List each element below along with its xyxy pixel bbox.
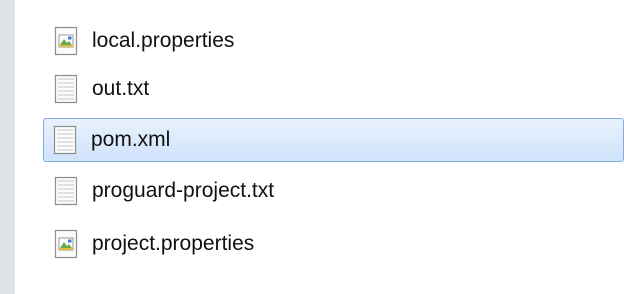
file-name: project.properties <box>92 232 255 255</box>
file-name: out.txt <box>92 77 150 100</box>
properties-file-icon <box>54 26 78 56</box>
file-item-local-properties[interactable]: local.properties <box>45 22 624 60</box>
file-item-pom-xml[interactable]: pom.xml <box>43 118 624 162</box>
file-list-pane: local.properties out.txt pom.xml proguar… <box>15 0 624 294</box>
file-name: pom.xml <box>91 128 171 151</box>
file-item-proguard-project-txt[interactable]: proguard-project.txt <box>45 172 624 210</box>
text-file-icon <box>54 176 78 206</box>
text-file-icon <box>53 125 77 155</box>
file-item-out-txt[interactable]: out.txt <box>45 70 624 108</box>
file-name: proguard-project.txt <box>92 179 275 202</box>
text-file-icon <box>54 74 78 104</box>
file-item-project-properties[interactable]: project.properties <box>45 225 624 263</box>
file-name: local.properties <box>92 29 235 52</box>
properties-file-icon <box>54 229 78 259</box>
